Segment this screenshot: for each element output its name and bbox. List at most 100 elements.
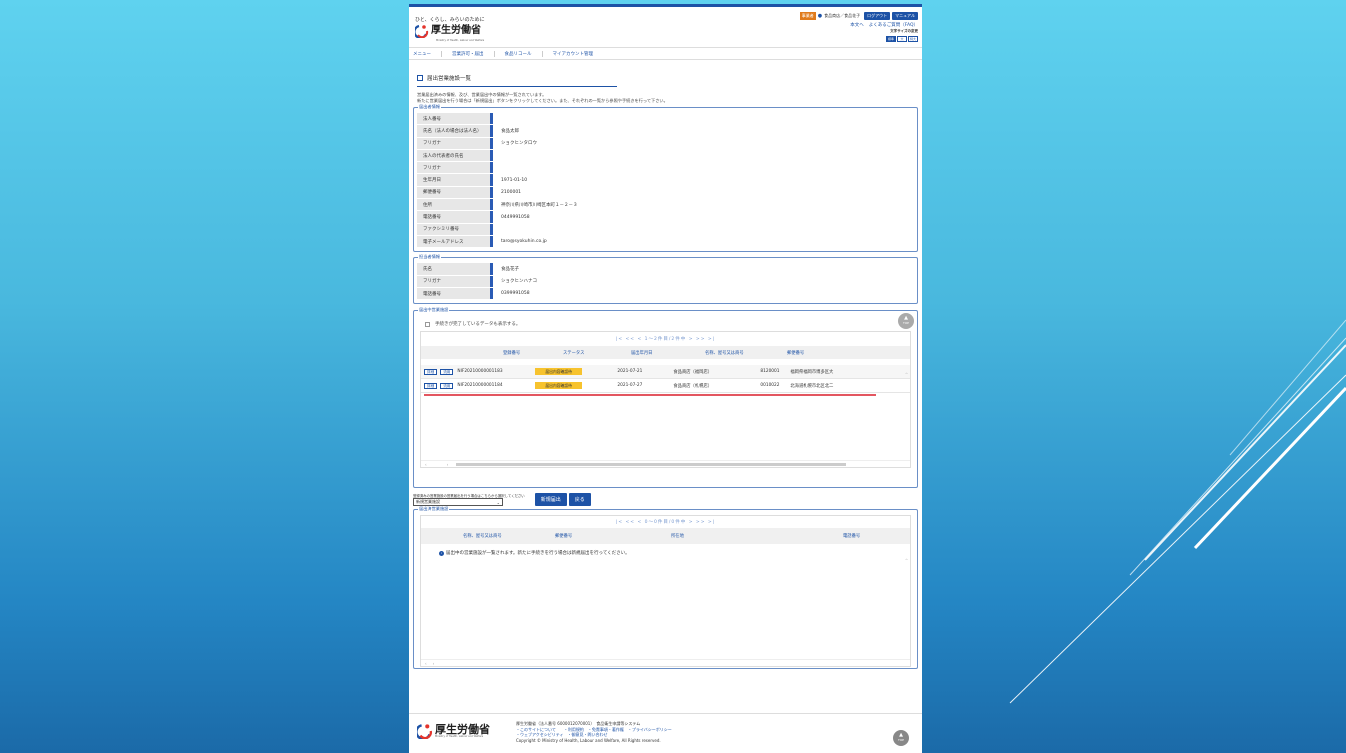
field-value: 神奈川県川崎市川崎区本町１－２－３ [501, 202, 578, 208]
col-location: 所在地 [671, 534, 684, 540]
font-size-standard-button[interactable]: 標準 [886, 36, 896, 42]
header-links: 本文へ よくあるご質問（FAQ） [850, 22, 918, 28]
field-row: 電子メールアドレス taro@syokuhin.co.jp [417, 235, 914, 249]
faq-link[interactable]: よくあるご質問（FAQ） [869, 22, 918, 28]
show-completed-label: 手続きが完了しているデータも表示する。 [435, 322, 521, 328]
logo-subtext: Ministry of Health, Labour and Welfare [436, 39, 485, 42]
footer-logo[interactable]: 厚生労働省 Ministry of Health, Labour and Wel… [417, 723, 490, 739]
scroll-thumb[interactable] [456, 462, 847, 466]
main-content: 届出営業施設一覧 営業届出済みの情報、及び、営業届出中の情報が一覧されています。… [409, 74, 922, 670]
detail-button[interactable]: 詳細 [424, 368, 438, 375]
field-label: フリガナ [417, 275, 493, 287]
field-label: 電子メールアドレス [417, 235, 493, 248]
pending-facilities-section: 届出中営業施設 手続きが完了しているデータも表示する。 ▲ TOP |< << … [413, 307, 918, 489]
vertical-scrollbar[interactable]: ^ [903, 372, 910, 460]
field-row: 氏名 食品花子 [417, 263, 914, 276]
field-value [493, 150, 914, 161]
field-label: 法人の代表者の氏名 [417, 149, 493, 162]
field-label: フリガナ [417, 137, 493, 149]
detail-button[interactable]: 詳細 [424, 382, 438, 389]
footer-top-button[interactable]: ▲ TOP [893, 730, 909, 746]
field-row: 法人番号 [417, 113, 914, 126]
field-row: 生年月日 1971-01-10 [417, 174, 914, 187]
nav-food-recall[interactable]: 食品リコール [505, 50, 543, 57]
field-row: フリガナ ショクヒンタロウ [417, 137, 914, 150]
horizontal-scrollbar[interactable]: ‹ › [421, 460, 910, 467]
status-badge: 届出内容確認待 [535, 367, 582, 375]
tagline: ひと、くらし、みらいのために [415, 17, 485, 23]
title-icon [417, 75, 423, 81]
footer-logo-subtext: Ministry of Health, Labour and Welfare [435, 735, 484, 738]
field-value: ショクヒンハナコ [501, 279, 537, 285]
reuse-button[interactable]: 流用 [440, 382, 454, 389]
manual-button[interactable]: マニュアル [892, 12, 918, 20]
field-row: 法人の代表者の氏名 [417, 149, 914, 163]
completed-legend: 届出済営業施設 [418, 506, 450, 513]
nav-my-account[interactable]: マイアカウント管理 [553, 51, 604, 57]
new-notification-button[interactable]: 新規届出 [534, 493, 567, 507]
mhlw-logo[interactable]: 厚生労働省 Ministry of Health, Labour and Wel… [415, 24, 484, 42]
browser-page: ひと、くらし、みらいのために 厚生労働省 Ministry of Health,… [409, 4, 922, 753]
facility-select-value: 新規営業施設 [416, 499, 440, 505]
reuse-button[interactable]: 流用 [440, 368, 454, 375]
field-label: フリガナ [417, 162, 493, 174]
scroll-right-icon: › [432, 660, 435, 666]
field-value: 2100001 [501, 189, 522, 195]
col-name: 名称、屋号又は商号 [463, 534, 502, 540]
vertical-scrollbar[interactable]: ^ [903, 558, 910, 659]
site-footer: 厚生労働省 Ministry of Health, Labour and Wel… [409, 713, 922, 753]
title-underline [417, 86, 617, 87]
scroll-left-icon: ‹ [425, 461, 427, 467]
field-value [493, 113, 914, 124]
field-value [493, 224, 914, 235]
field-label: 電話番号 [417, 211, 493, 223]
facility-select[interactable]: 新規営業施設 ⌄ [413, 498, 503, 507]
pending-table: |< << < 1～2件目/2件中 > >> >| 登録番号 ステータス 届出年… [420, 331, 911, 469]
notification-date: 2021-07-27 [617, 383, 643, 389]
field-row: フリガナ [417, 162, 914, 175]
contact-legend: 担当者情報 [418, 254, 441, 261]
col-status: ステータス [563, 350, 585, 356]
field-value [493, 162, 914, 173]
address: 北海道札幌市北区北二 [790, 383, 834, 389]
field-label: 法人番号 [417, 113, 493, 125]
skip-to-content-link[interactable]: 本文へ [850, 22, 864, 28]
registration-no: NIF20210000001183 [457, 369, 503, 375]
status-badge: 届出内容確認待 [535, 381, 582, 389]
logout-button[interactable]: ログアウト [864, 12, 891, 20]
scroll-left-icon: ‹ [425, 660, 427, 666]
nav-menu[interactable]: メニュー [413, 50, 442, 57]
global-nav: メニュー 営業許可・届出 食品リコール マイアカウント管理 [409, 47, 922, 60]
nav-business-permit[interactable]: 営業許可・届出 [452, 50, 495, 57]
font-size-large-button[interactable]: 大 [897, 36, 907, 42]
table-row: 詳細 流用 NIF20210000001183 届出内容確認待 2021-07-… [421, 365, 910, 380]
notification-date: 2021-07-21 [617, 369, 643, 375]
field-row: 郵便番号 2100001 [417, 186, 914, 200]
show-completed-checkbox[interactable] [425, 321, 430, 327]
back-button[interactable]: 戻る [568, 493, 591, 507]
field-label: 氏名 [417, 263, 493, 275]
scroll-up-icon: ^ [904, 558, 909, 564]
select-wrapper: 登録済みの営業施設の営業届出を行う場合はこちらから選択してください 新規営業施設… [413, 493, 525, 507]
font-size-buttons: 標準 大 特大 [886, 36, 918, 42]
field-row: ファクシミリ番号 [417, 223, 914, 236]
pending-pager[interactable]: |< << < 1～2件目/2件中 > >> >| [421, 336, 910, 342]
field-label: 氏名（法人の場合は法人名） [417, 125, 493, 137]
field-value: 0399991058 [501, 291, 530, 296]
new-notification-area: 登録済みの営業施設の営業届出を行う場合はこちらから選択してください 新規営業施設… [413, 493, 918, 507]
horizontal-scrollbar[interactable]: ‹ › [421, 659, 910, 666]
font-size-xlarge-button[interactable]: 特大 [908, 36, 918, 42]
empty-info-text: 届出中の営業施設が一覧されます。新たに手続きを行う場合は新規届出を行ってください… [446, 551, 630, 557]
completed-table: |< << < 0～0件目/0件中 > >> >| 名称、屋号又は商号 郵便番号… [420, 515, 911, 668]
footer-logo-text: 厚生労働省 [435, 723, 490, 736]
description-line-2: 新たに営業届出を行う場合は「新規届出」ボタンをクリックしてください。また、それぞ… [417, 98, 668, 103]
table-row: 詳細 流用 NIF20210000001184 届出内容確認待 2021-07-… [421, 379, 910, 394]
scroll-right-icon: › [446, 461, 449, 467]
logo-text: 厚生労働省 [431, 25, 481, 36]
info-icon: i [439, 550, 444, 556]
field-row: 住所 神奈川県川崎市川崎区本町１－２－３ [417, 199, 914, 212]
address: 福岡県福岡市博多区大 [790, 369, 834, 375]
completed-pager[interactable]: |< << < 0～0件目/0件中 > >> >| [421, 519, 910, 525]
facility-name: 食品商店（札幌店） [673, 383, 713, 389]
show-completed-option[interactable]: 手続きが完了しているデータも表示する。 [425, 321, 914, 327]
